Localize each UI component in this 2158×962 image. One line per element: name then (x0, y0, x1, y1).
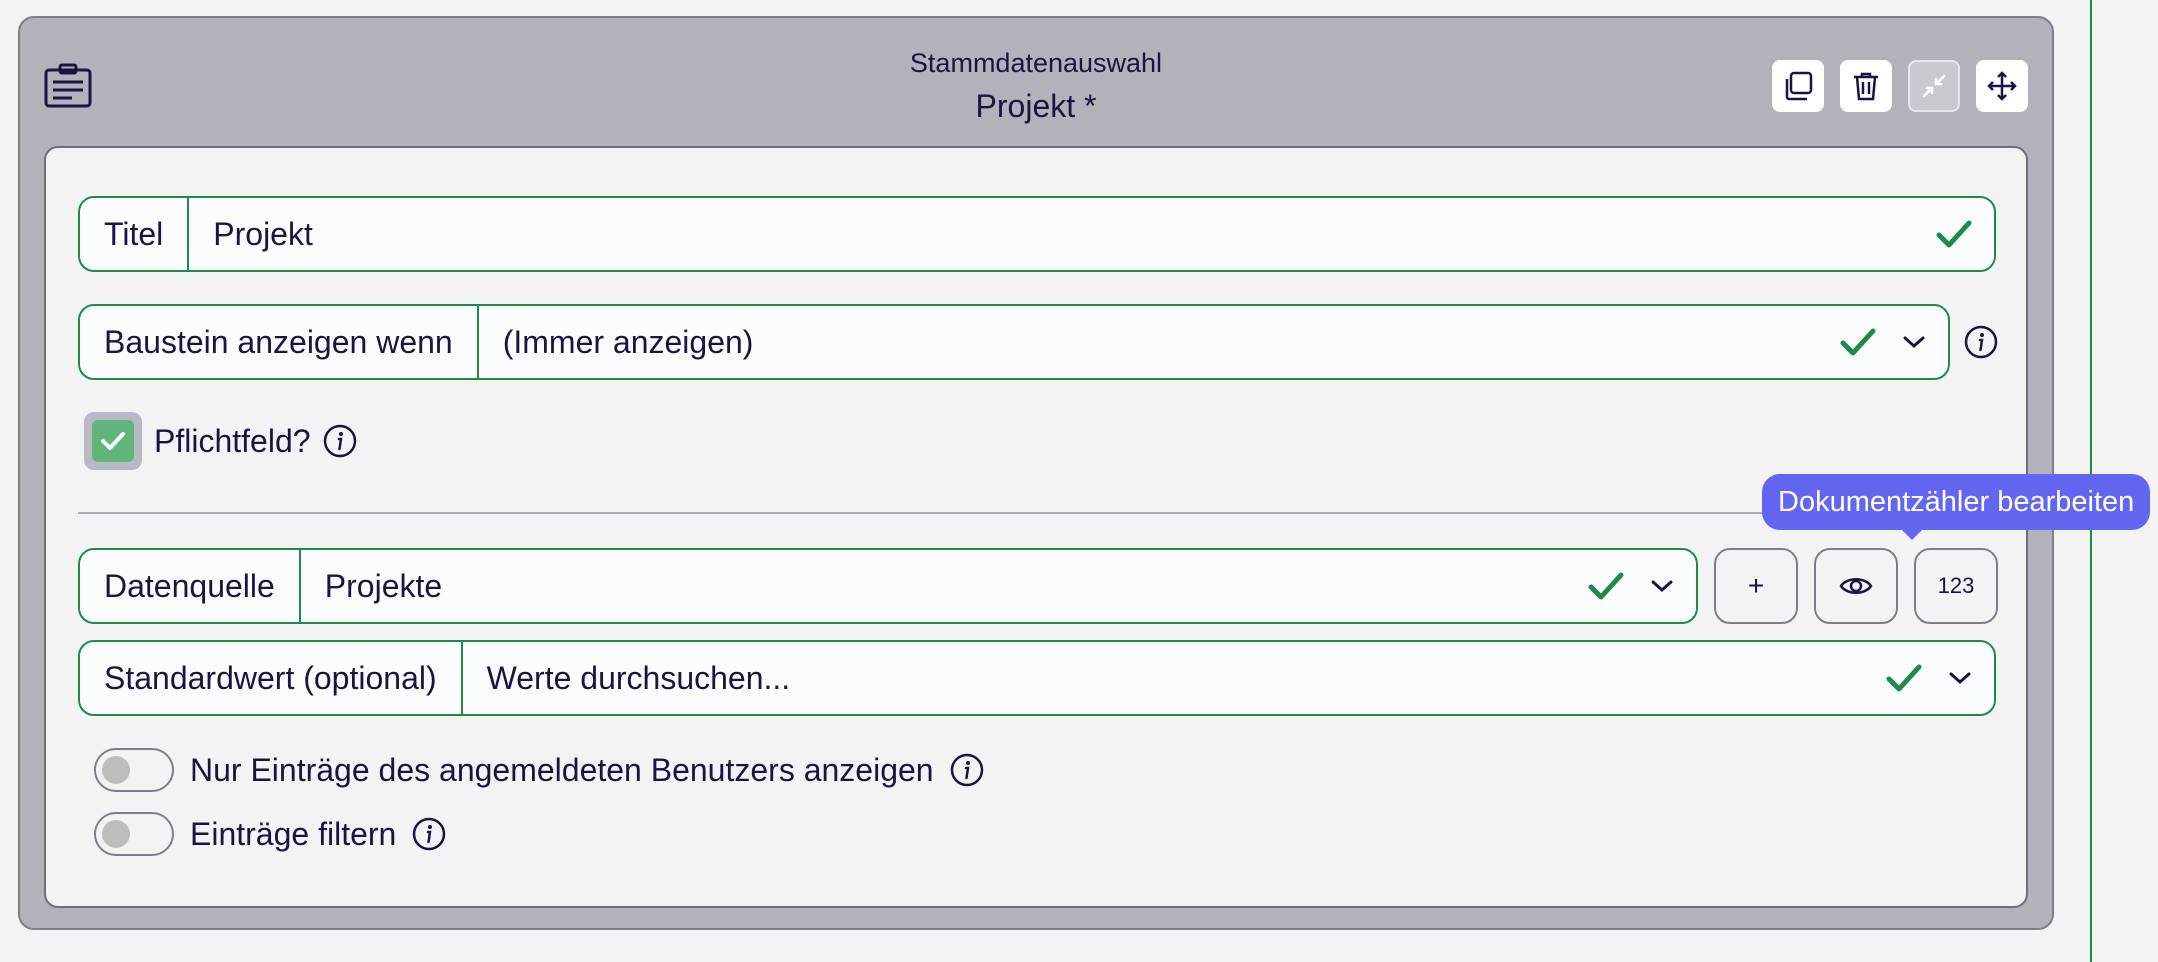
move-button[interactable] (1976, 60, 2028, 112)
section-divider (78, 512, 1996, 514)
preview-datasource-button[interactable] (1814, 548, 1898, 624)
required-checkbox[interactable] (84, 412, 142, 470)
eye-icon (1839, 578, 1873, 594)
datasource-label: Datenquelle (80, 550, 301, 622)
check-icon (1936, 220, 1972, 248)
info-icon[interactable] (950, 753, 984, 787)
copy-icon (1785, 71, 1813, 101)
check-icon (1588, 572, 1624, 600)
title-field[interactable]: Titel Projekt (78, 196, 1996, 272)
duplicate-button[interactable] (1772, 60, 1824, 112)
info-icon[interactable] (412, 817, 446, 851)
own-entries-toggle-row: Nur Einträge des angemeldeten Benutzers … (94, 748, 984, 792)
title-input[interactable]: Projekt (189, 198, 1936, 270)
trash-icon (1854, 72, 1878, 101)
own-entries-toggle-label: Nur Einträge des angemeldeten Benutzers … (190, 751, 934, 788)
required-checkbox-label: Pflichtfeld? (154, 422, 311, 459)
block-settings-panel: Titel Projekt Baustein anzeigen wenn (Im… (44, 146, 2028, 908)
block-card: Stammdatenauswahl Projekt * Titel Projek… (18, 16, 2054, 930)
block-toolbar (1772, 60, 2028, 112)
filter-entries-toggle[interactable] (94, 812, 174, 856)
document-counter-button[interactable]: 123 (1914, 548, 1998, 624)
minimize-icon (1922, 74, 1946, 98)
info-icon[interactable] (1964, 325, 1998, 359)
block-type-label: Stammdatenauswahl (909, 48, 1163, 78)
visibility-condition-select[interactable]: Baustein anzeigen wenn (Immer anzeigen) (78, 304, 1950, 380)
title-field-label: Titel (80, 198, 190, 270)
check-icon (101, 432, 125, 450)
visibility-condition-label: Baustein anzeigen wenn (80, 306, 479, 378)
default-value-label: Standardwert (optional) (80, 642, 463, 714)
check-icon (1840, 328, 1876, 356)
visibility-condition-value[interactable]: (Immer anzeigen) (479, 306, 1840, 378)
block-title: Projekt * (975, 88, 1097, 124)
info-icon[interactable] (323, 424, 357, 458)
own-entries-toggle[interactable] (94, 748, 174, 792)
chevron-down-icon[interactable] (1948, 670, 1972, 686)
chevron-down-icon[interactable] (1650, 578, 1674, 594)
collapse-button[interactable] (1908, 60, 1960, 112)
datasource-select[interactable]: Datenquelle Projekte (78, 548, 1698, 624)
datasource-value[interactable]: Projekte (301, 550, 1588, 622)
move-icon (1987, 71, 2017, 101)
document-counter-tooltip: Dokumentzähler bearbeiten (1762, 474, 2151, 540)
chevron-down-icon[interactable] (1902, 334, 1926, 350)
check-icon (1886, 664, 1922, 692)
delete-button[interactable] (1840, 60, 1892, 112)
filter-entries-toggle-label: Einträge filtern (190, 815, 397, 852)
add-datasource-button[interactable]: + (1714, 548, 1798, 624)
filter-entries-toggle-row: Einträge filtern (94, 812, 446, 856)
default-value-search[interactable]: Werte durchsuchen... (463, 642, 1886, 714)
default-value-select[interactable]: Standardwert (optional) Werte durchsuche… (78, 640, 1996, 716)
required-checkbox-row: Pflichtfeld? (84, 412, 357, 470)
